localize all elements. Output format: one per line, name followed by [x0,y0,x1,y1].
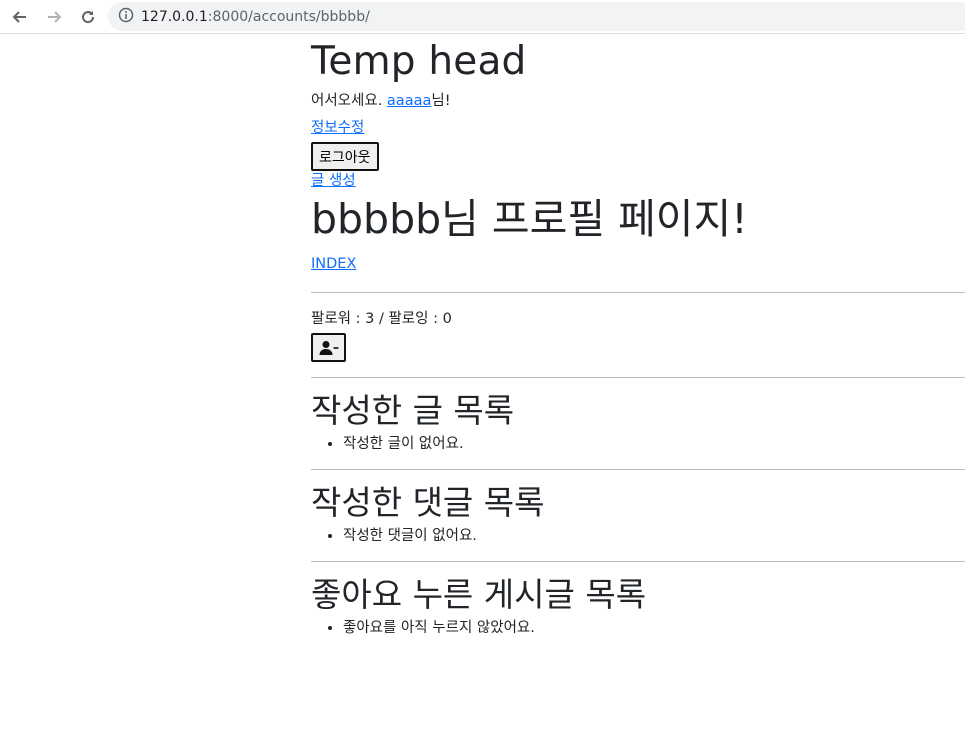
forward-icon[interactable] [42,5,66,29]
likes-section-title: 좋아요 누른 게시글 목록 [311,575,647,614]
divider [311,292,965,293]
comments-list: 작성한 댓글이 없어요. [311,525,965,547]
list-item: 작성한 댓글이 없어요. [343,525,965,547]
reload-icon[interactable] [76,5,100,29]
edit-profile-link[interactable]: 정보수정 [311,120,364,136]
create-post-link[interactable]: 글 생성 [311,173,356,189]
list-item: 좋아요를 아직 누르지 않았어요. [343,617,965,639]
list-item: 작성한 글이 없어요. [343,433,965,455]
welcome-text: 어서오세요. aaaaa님! [311,93,451,109]
profile-title: bbbbb님 프로필 페이지! [311,195,748,243]
back-icon[interactable] [8,5,32,29]
posts-list: 작성한 글이 없어요. [311,433,965,455]
user-minus-icon [319,340,338,355]
comments-section-title: 작성한 댓글 목록 [311,483,545,522]
page-header-title: Temp head [311,39,527,84]
divider [311,561,965,562]
likes-list: 좋아요를 아직 누르지 않았어요. [311,617,965,639]
info-icon[interactable] [118,7,134,27]
divider [311,469,965,470]
divider [311,377,965,378]
logout-button[interactable]: 로그아웃 [311,142,379,171]
index-link[interactable]: INDEX [311,256,356,272]
username-link[interactable]: aaaaa [387,93,431,109]
address-bar[interactable]: 127.0.0.1:8000/accounts/bbbbb/ [108,2,965,31]
follow-counts: 팔로워 : 3 / 팔로잉 : 0 [311,311,452,327]
posts-section-title: 작성한 글 목록 [311,391,515,430]
url-text: 127.0.0.1:8000/accounts/bbbbb/ [141,8,370,25]
unfollow-button[interactable] [311,333,346,362]
page-content: Temp head 어서오세요. aaaaa님! 정보수정 로그아웃 글 생성 … [311,34,965,653]
browser-toolbar: 127.0.0.1:8000/accounts/bbbbb/ [0,0,965,34]
